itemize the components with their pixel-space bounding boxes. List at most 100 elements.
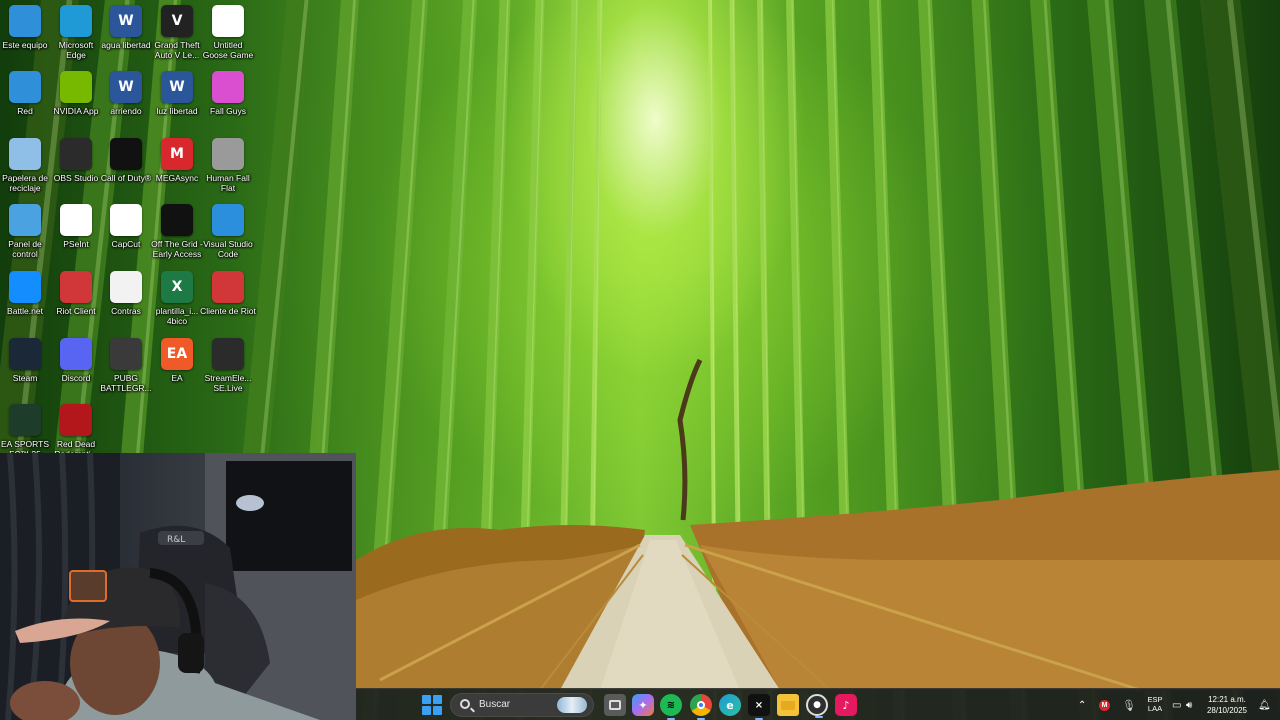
desktop-icon-label: NVIDIA App xyxy=(53,106,99,116)
taskbar-search-box[interactable]: Buscar xyxy=(450,693,594,717)
desktop-icon[interactable]: Off The Grid - Early Access xyxy=(151,204,203,268)
desktop-icon-label: CapCut xyxy=(111,239,141,249)
obs-button[interactable]: ● xyxy=(806,694,828,718)
folder-icon xyxy=(781,700,795,710)
desktop-icon[interactable]: Contras xyxy=(100,271,152,335)
desktop-icon-label: Visual Studio Code xyxy=(203,239,253,259)
desktop-icon[interactable]: Warriendo xyxy=(100,71,152,135)
ea-fc-icon xyxy=(9,404,41,436)
chevron-up-icon: ⌃ xyxy=(1078,699,1087,711)
task-view-button[interactable] xyxy=(604,694,626,716)
human-fall-flat-icon xyxy=(212,138,244,170)
desktop-icon[interactable]: Untitled Goose Game xyxy=(202,5,254,69)
desktop-icon[interactable]: V Grand Theft Auto V Le... xyxy=(151,5,203,69)
desktop-icon-label: Riot Client xyxy=(56,306,96,316)
red-dead-icon xyxy=(60,404,92,436)
word-doc-icon: W xyxy=(110,5,142,37)
desktop-icon-label: Human Fall Flat xyxy=(206,173,250,193)
desktop-icon-label: Call of Duty® xyxy=(100,173,152,183)
chrome-icon xyxy=(697,701,705,709)
desktop-icon[interactable]: Discord xyxy=(50,338,102,402)
desktop-icon[interactable]: Steam xyxy=(0,338,51,402)
vscode-icon xyxy=(212,204,244,236)
desktop-icon[interactable]: Human Fall Flat xyxy=(202,138,254,202)
desktop-icon[interactable]: Wagua libertad xyxy=(100,5,152,69)
show-hidden-icons-button[interactable]: ⌃ xyxy=(1078,689,1086,720)
desktop-icon-label: agua libertad xyxy=(101,40,151,50)
word-doc-icon: W xyxy=(110,71,142,103)
desktop-icon[interactable]: PUBG BATTLEGR... xyxy=(100,338,152,402)
desktop-icon[interactable]: NVIDIA App xyxy=(50,71,102,135)
desktop-icon-label: MEGAsync xyxy=(155,173,199,183)
notification-bell-icon: 🔔︎ xyxy=(1258,699,1271,711)
tray-mega-icon-button[interactable]: M xyxy=(1099,689,1110,720)
capcut-icon: ⨯ xyxy=(754,699,764,711)
desktop-icon[interactable]: Red xyxy=(0,71,51,135)
desktop-icon[interactable]: EA EA xyxy=(151,338,203,402)
tiktok-button[interactable]: ♪ xyxy=(835,694,857,716)
desktop-icon[interactable]: Papelera de reciclaje xyxy=(0,138,51,202)
nvidia-icon xyxy=(60,71,92,103)
clock-date: 28/10/2025 xyxy=(1206,706,1248,715)
spotify-button[interactable]: ≋ xyxy=(660,694,682,720)
desktop-icon-label: Fall Guys xyxy=(210,106,246,116)
task-view-icon xyxy=(609,700,621,710)
excel-doc-icon: X xyxy=(161,271,193,303)
microphone-button[interactable]: 🎙︎ xyxy=(1122,689,1136,720)
desktop-icon-label: Steam xyxy=(12,373,38,383)
desktop-icon[interactable]: Riot Client xyxy=(50,271,102,335)
desktop-icon[interactable]: Call of Duty® xyxy=(100,138,152,202)
desktop-icon[interactable]: OBS Studio xyxy=(50,138,102,202)
riot-client-icon xyxy=(212,271,244,303)
desktop-icon[interactable]: StreamEle... SE.Live xyxy=(202,338,254,402)
desktop-icon[interactable]: Xplantilla_i... 4bico xyxy=(151,271,203,335)
speaker-icon: 🔊︎ xyxy=(1186,699,1193,711)
desktop-icon[interactable]: Visual Studio Code xyxy=(202,204,254,268)
edge-icon: e xyxy=(726,698,734,712)
search-icon xyxy=(460,699,470,709)
desktop-icon-label: arriendo xyxy=(110,106,142,116)
copilot-button[interactable]: ✦ xyxy=(632,694,654,716)
capcut-button[interactable]: ⨯ xyxy=(748,694,770,720)
recycle-bin-icon xyxy=(9,138,41,170)
pseint-icon xyxy=(60,204,92,236)
search-highlight-image xyxy=(557,697,587,713)
chrome-button[interactable] xyxy=(690,694,712,720)
desktop-icon-label: Battle.net xyxy=(7,306,43,316)
volume-button[interactable]: 🔊︎ xyxy=(1186,689,1192,720)
edge-button[interactable]: e xyxy=(719,694,741,716)
desktop-icon[interactable]: M MEGAsync xyxy=(151,138,203,202)
network-button[interactable]: ▭ xyxy=(1172,689,1181,720)
language-line1: ESP xyxy=(1147,695,1163,704)
capcut-icon xyxy=(110,204,142,236)
edge-icon xyxy=(60,5,92,37)
word-doc-icon: W xyxy=(161,71,193,103)
desktop-icon[interactable]: Battle.net xyxy=(0,271,51,335)
streamelements-icon xyxy=(212,338,244,370)
pubg-icon xyxy=(110,338,142,370)
desktop-icon[interactable]: Este equipo xyxy=(0,5,51,69)
obs-icon: ● xyxy=(813,700,821,710)
mega-icon: M xyxy=(161,138,193,170)
desktop-icon[interactable]: Fall Guys xyxy=(202,71,254,135)
desktop-icon[interactable]: Panel de control xyxy=(0,204,51,268)
language-indicator[interactable]: ESP LAA xyxy=(1146,695,1164,713)
desktop-icon-label: Papelera de reciclaje xyxy=(2,173,48,193)
desktop-icon[interactable]: PSeInt xyxy=(50,204,102,268)
clock[interactable]: 12:21 a.m. 28/10/2025 xyxy=(1202,694,1252,716)
desktop-icon-label: Microsoft Edge xyxy=(58,40,94,60)
obs-icon xyxy=(60,138,92,170)
svg-text:R&L: R&L xyxy=(167,535,185,545)
desktop-icon-label: EA xyxy=(171,373,183,383)
start-button[interactable] xyxy=(422,695,442,715)
desktop-icon[interactable]: Cliente de Riot xyxy=(200,271,256,335)
notifications-button[interactable]: 🔔︎ xyxy=(1258,689,1271,720)
desktop-icon-label: Contras xyxy=(111,306,141,316)
desktop-icon[interactable]: Microsoft Edge xyxy=(50,5,102,69)
file-explorer-button[interactable] xyxy=(777,694,799,716)
desktop-icon[interactable]: CapCut xyxy=(100,204,152,268)
gta-v-icon: V xyxy=(161,5,193,37)
desktop-icon-label: PSeInt xyxy=(63,239,89,249)
microphone-icon: 🎙︎ xyxy=(1122,699,1136,712)
desktop-icon[interactable]: Wluz libertad xyxy=(151,71,203,135)
